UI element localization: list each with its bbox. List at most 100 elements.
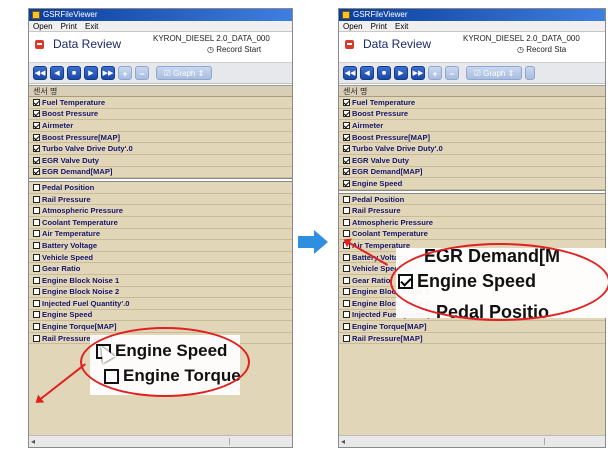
sensor-row[interactable]: Atmospheric Pressure <box>339 217 605 229</box>
play-button[interactable]: ▶ <box>84 66 98 80</box>
checkbox[interactable] <box>343 276 350 284</box>
checkbox[interactable] <box>33 207 40 215</box>
sensor-row[interactable]: Engine Block Noise 1 <box>29 275 292 287</box>
checkbox-checked[interactable] <box>343 156 350 164</box>
checkbox[interactable] <box>33 195 40 203</box>
checkbox-checked[interactable] <box>33 121 40 129</box>
sensor-row[interactable]: Rail Pressure <box>339 205 605 217</box>
horizontal-scrollbar[interactable]: ◂ <box>29 435 292 447</box>
checkbox[interactable] <box>343 299 350 307</box>
checkbox[interactable] <box>33 334 40 342</box>
sensor-row[interactable]: Airmeter <box>339 120 605 132</box>
checkbox[interactable] <box>343 195 350 203</box>
checkbox[interactable] <box>33 288 40 296</box>
checkbox[interactable] <box>33 253 40 261</box>
checkbox[interactable] <box>33 230 40 238</box>
checkbox[interactable] <box>343 265 350 273</box>
checkbox[interactable] <box>33 218 40 226</box>
sensor-row[interactable]: EGR Valve Duty <box>339 155 605 167</box>
sensor-row[interactable]: Fuel Temperature <box>339 97 605 109</box>
checkbox[interactable] <box>33 183 40 191</box>
sensor-row[interactable]: Boost Pressure[MAP] <box>29 132 292 144</box>
sensor-row[interactable]: Coolant Temperature <box>339 229 605 241</box>
sensor-row[interactable]: Boost Pressure <box>339 109 605 121</box>
sensor-row[interactable]: Engine Speed <box>339 178 605 190</box>
scroll-left-icon[interactable]: ◂ <box>341 437 345 446</box>
menu-open[interactable]: Open <box>343 21 363 31</box>
forward-fast-button[interactable]: ▶▶ <box>411 66 425 80</box>
sensor-row[interactable]: Engine Speed <box>29 310 292 322</box>
sensor-row[interactable]: EGR Demand[MAP] <box>29 167 292 179</box>
checkbox[interactable] <box>33 299 40 307</box>
scroll-thumb[interactable] <box>229 438 239 445</box>
stop-button[interactable]: ■ <box>377 66 391 80</box>
record-start-button[interactable]: Record Start <box>207 45 261 54</box>
checkbox-checked[interactable] <box>343 168 350 176</box>
sensor-row[interactable]: Fuel Temperature <box>29 97 292 109</box>
horizontal-scrollbar[interactable]: ◂ <box>339 435 605 447</box>
checkbox-checked[interactable] <box>33 156 40 164</box>
checkbox-checked[interactable] <box>343 98 350 106</box>
sensor-row[interactable]: EGR Valve Duty <box>29 155 292 167</box>
checkbox-checked[interactable] <box>343 110 350 118</box>
sensor-row[interactable]: Battery Voltage <box>29 240 292 252</box>
graph-select[interactable]: ☑ Graph ⇕ <box>156 66 212 80</box>
scroll-thumb[interactable] <box>544 438 554 445</box>
sensor-row[interactable]: Boost Pressure <box>29 109 292 121</box>
checkbox[interactable] <box>343 288 350 296</box>
sensor-row[interactable]: Airmeter <box>29 120 292 132</box>
checkbox[interactable] <box>33 323 40 331</box>
sensor-row[interactable]: Engine Block Noise 2 <box>29 287 292 299</box>
checkbox-checked[interactable] <box>343 179 350 187</box>
checkbox-checked[interactable] <box>33 98 40 106</box>
checkbox[interactable] <box>343 207 350 215</box>
checkbox[interactable] <box>33 276 40 284</box>
checkbox[interactable] <box>33 265 40 273</box>
zoom-out-button[interactable]: − <box>135 66 149 80</box>
menu-exit[interactable]: Exit <box>395 21 408 31</box>
sensor-row[interactable]: Vehicle Speed <box>29 252 292 264</box>
sensor-row[interactable]: Pedal Position <box>29 182 292 194</box>
menu-exit[interactable]: Exit <box>85 21 98 31</box>
checkbox[interactable] <box>343 323 350 331</box>
sensor-row[interactable]: Air Temperature <box>29 229 292 241</box>
zoom-out-button[interactable]: − <box>445 66 459 80</box>
sensor-row[interactable]: Injected Fuel Quantity'.0 <box>29 298 292 310</box>
zoom-in-button[interactable]: + <box>428 66 442 80</box>
sensor-row[interactable]: Turbo Valve Drive Duty'.0 <box>29 143 292 155</box>
sensor-row[interactable]: EGR Demand[MAP] <box>339 167 605 179</box>
checkbox[interactable] <box>33 241 40 249</box>
sensor-row[interactable]: Rail Pressure[MAP] <box>339 333 605 345</box>
menu-print[interactable]: Print <box>61 21 77 31</box>
record-start-button[interactable]: Record Sta <box>517 45 566 54</box>
checkbox[interactable] <box>343 311 350 319</box>
sensor-row[interactable]: Rail Pressure <box>29 194 292 206</box>
zoom-in-button[interactable]: + <box>118 66 132 80</box>
rewind-button[interactable]: ◀ <box>360 66 374 80</box>
menu-print[interactable]: Print <box>371 21 387 31</box>
forward-fast-button[interactable]: ▶▶ <box>101 66 115 80</box>
rewind-button[interactable]: ◀ <box>50 66 64 80</box>
checkbox-checked[interactable] <box>33 145 40 153</box>
checkbox[interactable] <box>343 218 350 226</box>
checkbox-checked[interactable] <box>33 133 40 141</box>
sensor-row[interactable]: Atmospheric Pressure <box>29 205 292 217</box>
sensor-row[interactable]: Boost Pressure[MAP] <box>339 132 605 144</box>
sensor-row[interactable]: Pedal Position <box>339 194 605 206</box>
sensor-row[interactable]: Turbo Valve Drive Duty'.0 <box>339 143 605 155</box>
checkbox-checked[interactable] <box>343 133 350 141</box>
sensor-row[interactable]: Coolant Temperature <box>29 217 292 229</box>
sensor-row[interactable]: Engine Torque[MAP] <box>339 321 605 333</box>
checkbox-checked[interactable] <box>343 145 350 153</box>
play-button[interactable]: ▶ <box>394 66 408 80</box>
graph-select[interactable]: ☑ Graph ⇕ <box>466 66 522 80</box>
toolbar-extra-button[interactable] <box>525 66 535 80</box>
sensor-row[interactable]: Gear Ratio <box>29 263 292 275</box>
checkbox-checked[interactable] <box>33 110 40 118</box>
checkbox[interactable] <box>343 334 350 342</box>
rewind-fast-button[interactable]: ◀◀ <box>33 66 47 80</box>
checkbox[interactable] <box>33 311 40 319</box>
scroll-left-icon[interactable]: ◂ <box>31 437 35 446</box>
menu-open[interactable]: Open <box>33 21 53 31</box>
stop-button[interactable]: ■ <box>67 66 81 80</box>
